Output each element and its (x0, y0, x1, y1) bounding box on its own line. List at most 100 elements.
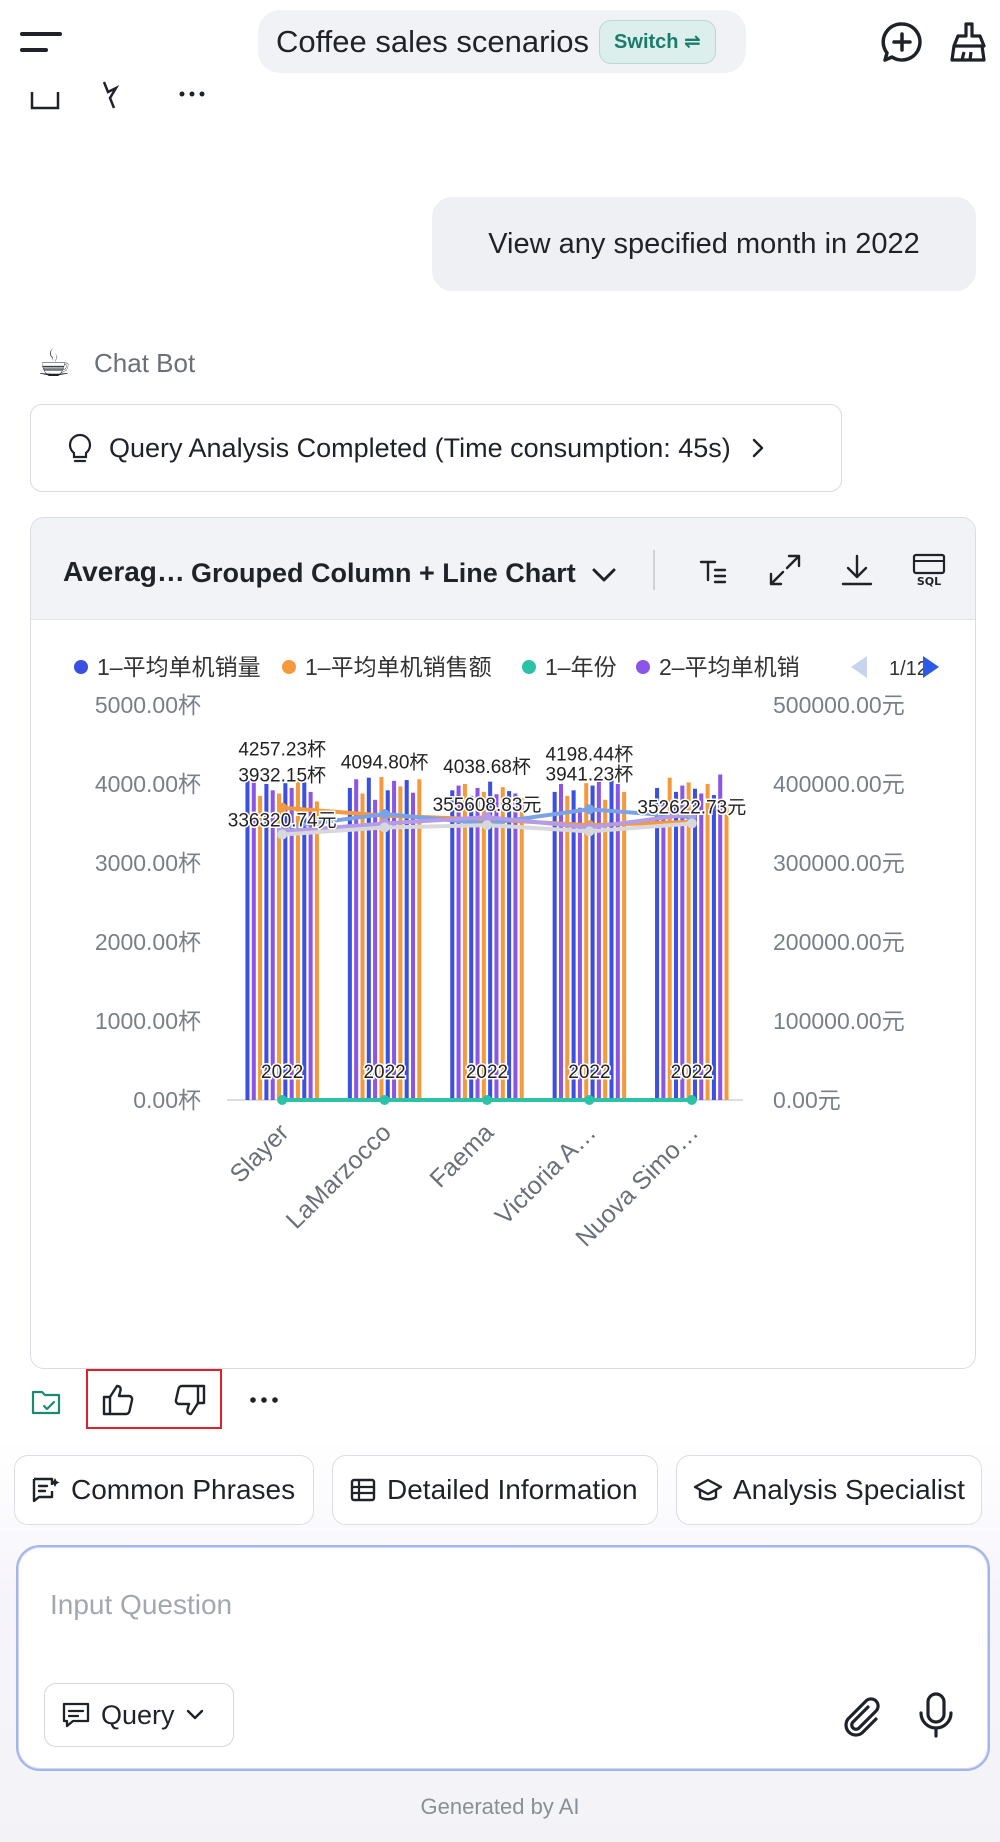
header-divider (653, 550, 655, 590)
x-tick-label: Slayer (225, 1118, 295, 1188)
y-left-tick-label: 3000.00杯 (95, 850, 201, 876)
legend-page-indicator: 1/12 (889, 658, 928, 680)
line-point (379, 809, 390, 820)
previous-message-actions (30, 80, 230, 114)
detailed-information-label: Detailed Information (387, 1474, 638, 1505)
chart-legend: 1–平均单机销量 1–平均单机销售额 1–年份 2–平均单机销 (74, 654, 800, 680)
bar (500, 787, 505, 1100)
more-icon[interactable] (248, 1390, 280, 1410)
thumbs-up-icon[interactable] (100, 1382, 136, 1418)
chevron-down-icon (185, 1709, 205, 1721)
bar (692, 788, 697, 1100)
bar (673, 791, 679, 1100)
collect-icon[interactable] (30, 1386, 62, 1418)
x-tick-label: Victoria A… (490, 1118, 602, 1230)
line-point (482, 1095, 492, 1105)
bar (699, 793, 704, 1100)
chart-card: Averag… Grouped Column + Line Chart SQL … (30, 517, 976, 1369)
bar (258, 795, 263, 1100)
y-right-tick-label: 500000.00元 (773, 692, 905, 718)
new-chat-icon[interactable] (880, 20, 924, 64)
line-point (584, 1095, 595, 1105)
bar (705, 784, 710, 1100)
menu-icon[interactable] (20, 28, 62, 58)
query-mode-select[interactable]: Query (44, 1683, 234, 1747)
chart-header: Averag… Grouped Column + Line Chart SQL (31, 518, 975, 620)
y-right-tick-label: 100000.00元 (773, 1008, 905, 1034)
data-label: 4257.23杯 (238, 739, 326, 761)
x-tick-label: Faema (424, 1118, 499, 1193)
data-label: 336320.74元 (228, 810, 337, 831)
download-icon[interactable] (839, 552, 875, 588)
microphone-icon[interactable] (914, 1691, 958, 1739)
bar (360, 793, 365, 1100)
legend-marker (636, 660, 650, 674)
data-label: 352622.73元 (637, 797, 746, 818)
data-label: 3932.15杯 (238, 764, 326, 786)
bar (475, 787, 480, 1100)
y-left-tick-label: 0.00杯 (133, 1087, 201, 1113)
legend-prev-icon[interactable] (851, 656, 867, 678)
paperclip-icon[interactable] (838, 1693, 884, 1739)
chart-type-selector[interactable]: Grouped Column + Line Chart (191, 558, 617, 589)
year-label: 2022 (671, 1062, 713, 1083)
sql-icon[interactable]: SQL (911, 552, 947, 588)
y-right-tick-label: 300000.00元 (773, 850, 905, 876)
line-point (379, 1095, 390, 1105)
common-phrases-button[interactable]: Common Phrases (14, 1455, 314, 1525)
line-point (584, 804, 595, 815)
text-format-icon[interactable] (695, 552, 731, 588)
year-label: 2022 (466, 1062, 508, 1083)
graduation-cap-icon (693, 1476, 723, 1504)
y-right-tick-label: 0.00元 (773, 1087, 841, 1113)
bar (469, 795, 474, 1100)
line-point (584, 826, 595, 837)
chart-title: Averag… (63, 556, 185, 587)
bar (277, 793, 282, 1100)
question-composer: Query (16, 1545, 990, 1771)
detailed-information-button[interactable]: Detailed Information (332, 1455, 658, 1525)
question-input[interactable] (50, 1589, 950, 1621)
bar (718, 774, 723, 1100)
bar (724, 802, 729, 1100)
chevron-right-icon (751, 437, 765, 459)
chat-message-icon (61, 1701, 91, 1729)
common-phrases-label: Common Phrases (71, 1474, 296, 1505)
data-label: 4038.68杯 (443, 756, 531, 778)
line-point (379, 822, 390, 833)
legend-label: 1–平均单机销售额 (305, 654, 492, 680)
legend-label: 1–平均单机销量 (97, 654, 261, 680)
chart-x-axis-labels: SlayerLaMarzocco FaemaVictoria A…Nuova Si… (225, 1118, 705, 1252)
bar (456, 785, 461, 1100)
bar (450, 790, 455, 1100)
bar (686, 782, 691, 1100)
bar (347, 787, 352, 1100)
data-label: 4198.44杯 (546, 743, 634, 765)
y-left-tick-label: 4000.00杯 (95, 771, 201, 797)
query-analysis-status: Query Analysis Completed (Time consumpti… (109, 432, 731, 463)
bar (655, 787, 660, 1100)
switch-scenario-button[interactable]: Switch ⇌ (599, 19, 716, 64)
sql-label: SQL (917, 575, 941, 588)
bar (481, 791, 486, 1100)
expand-icon[interactable] (767, 552, 803, 588)
data-label: 4094.80杯 (341, 752, 429, 774)
y-right-tick-label: 400000.00元 (773, 771, 905, 797)
bar (603, 799, 608, 1100)
analysis-specialist-button[interactable]: Analysis Specialist (676, 1455, 982, 1525)
query-analysis-panel[interactable]: Query Analysis Completed (Time consumpti… (30, 404, 842, 492)
data-label: 355608.83元 (433, 795, 542, 816)
scenario-title-pill: Coffee sales scenarios Switch ⇌ (258, 10, 746, 73)
year-label: 2022 (568, 1062, 610, 1083)
thumbs-down-icon[interactable] (172, 1382, 208, 1418)
legend-next-icon[interactable] (923, 656, 939, 678)
clear-history-icon[interactable] (946, 20, 990, 64)
bar (571, 790, 576, 1100)
user-message-bubble: View any specified month in 2022 (432, 197, 976, 291)
y-left-tick-label: 5000.00杯 (95, 692, 201, 718)
chart-axes: 5000.00杯 4000.00杯 3000.00杯 2000.00杯 1000.00杯… (95, 692, 905, 1113)
data-label: 3941.23杯 (546, 764, 634, 786)
grouped-column-line-chart: 1–平均单机销量 1–平均单机销售额 1–年份 2–平均单机销 1/12 5000.0… (74, 654, 939, 1252)
bar (615, 784, 620, 1100)
bar (385, 790, 390, 1100)
